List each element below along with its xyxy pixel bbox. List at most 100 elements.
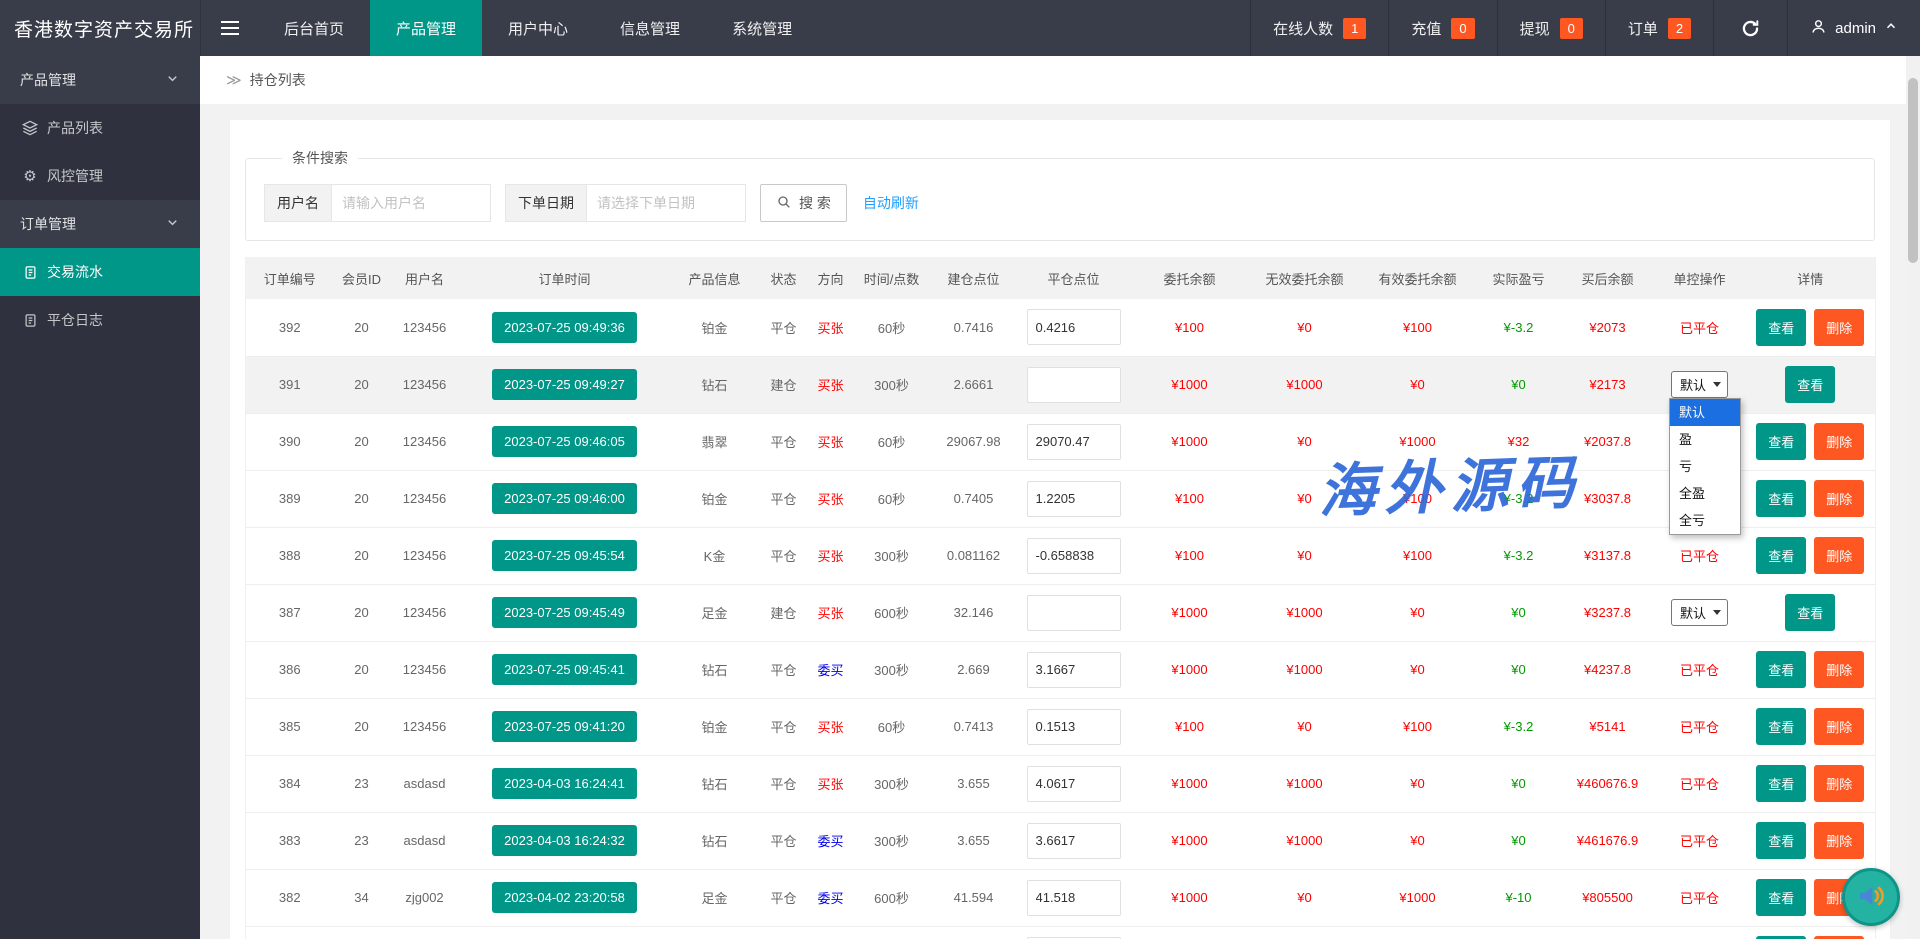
open-point: 41.594 [930, 869, 1018, 926]
delete-button[interactable]: 删除 [1814, 651, 1864, 688]
control-select[interactable]: 默认 [1671, 599, 1728, 626]
dropdown-option[interactable]: 默认 [1670, 399, 1740, 426]
delete-button[interactable]: 删除 [1814, 537, 1864, 574]
vertical-scrollbar[interactable] [1906, 56, 1920, 939]
view-button[interactable]: 查看 [1756, 651, 1806, 688]
close-point-input[interactable] [1027, 367, 1121, 403]
scrollbar-thumb[interactable] [1908, 78, 1918, 263]
order-date-input[interactable] [586, 184, 746, 222]
sound-toggle-button[interactable] [1842, 868, 1900, 926]
dropdown-option[interactable]: 盈 [1670, 426, 1740, 453]
order-time: 2023-07-25 09:45:41 [460, 641, 670, 698]
sidebar-group-orders[interactable]: 订单管理 [0, 200, 200, 248]
close-point-input[interactable] [1027, 766, 1121, 802]
breadcrumb-chevrons-icon: ≫ [226, 71, 242, 89]
view-button[interactable]: 查看 [1756, 765, 1806, 802]
dropdown-option[interactable]: 亏 [1670, 453, 1740, 480]
nav-item-users[interactable]: 用户中心 [482, 0, 594, 56]
order-time: 2023-04-03 16:24:32 [460, 812, 670, 869]
time-points: 60秒 [854, 698, 930, 755]
close-point-input[interactable] [1027, 424, 1121, 460]
status: 平仓 [760, 698, 808, 755]
open-point: 2.669 [930, 641, 1018, 698]
view-button[interactable]: 查看 [1756, 879, 1806, 916]
nav-item-home[interactable]: 后台首页 [258, 0, 370, 56]
sidebar-item-close-log[interactable]: 平仓日志 [0, 296, 200, 344]
member-id: 20 [334, 698, 390, 755]
close-point-input[interactable] [1027, 880, 1121, 916]
order-time-button: 2023-07-25 09:45:54 [492, 540, 637, 571]
post-buy-balance: ¥5141 [1562, 698, 1654, 755]
stat-deposit[interactable]: 充值 0 [1388, 0, 1496, 56]
entrust-amount: ¥1000 [1130, 641, 1250, 698]
invalid-entrust-amount: ¥1000 [1250, 641, 1360, 698]
close-point-input[interactable] [1027, 538, 1121, 574]
view-button[interactable]: 查看 [1756, 480, 1806, 517]
close-point-input[interactable] [1027, 652, 1121, 688]
search-button[interactable]: 搜 索 [760, 184, 847, 222]
view-button[interactable]: 查看 [1785, 594, 1835, 631]
closed-status-label: 已平仓 [1680, 720, 1719, 735]
valid-entrust-amount: ¥1000 [1360, 413, 1476, 470]
sidebar-item-risk-control[interactable]: ⚙ 风控管理 [0, 152, 200, 200]
table-row: 38323asdasd2023-04-03 16:24:32钻石平仓委买300秒… [246, 812, 1876, 869]
main-nav: 后台首页 产品管理 用户中心 信息管理 系统管理 [258, 0, 818, 56]
delete-button[interactable]: 删除 [1814, 423, 1864, 460]
delete-button[interactable]: 删除 [1814, 822, 1864, 859]
delete-button[interactable]: 删除 [1814, 309, 1864, 346]
close-point-input[interactable] [1027, 709, 1121, 745]
actual-profit: ¥-3.2 [1476, 299, 1562, 356]
delete-button[interactable]: 删除 [1814, 480, 1864, 517]
user-menu[interactable]: admin [1787, 0, 1920, 56]
view-button[interactable]: 查看 [1785, 366, 1835, 403]
details: 查看删除 [1746, 755, 1876, 812]
control-select[interactable]: 默认 [1671, 371, 1728, 398]
column-header: 委托余额 [1130, 257, 1250, 299]
nav-item-system[interactable]: 系统管理 [706, 0, 818, 56]
column-header: 会员ID [334, 257, 390, 299]
username: zjg002 [390, 926, 460, 939]
stat-withdraw[interactable]: 提现 0 [1497, 0, 1605, 56]
close-point-input[interactable] [1027, 309, 1121, 345]
column-header: 建仓点位 [930, 257, 1018, 299]
view-button[interactable]: 查看 [1756, 309, 1806, 346]
position-list-card: 条件搜索 用户名 下单日期 搜 索 自动刷新 [230, 120, 1890, 939]
positions-table: 订单编号会员ID用户名订单时间产品信息状态方向时间/点数建仓点位平仓点位委托余额… [245, 257, 1876, 939]
stat-online[interactable]: 在线人数 1 [1250, 0, 1388, 56]
delete-button[interactable]: 删除 [1814, 765, 1864, 802]
refresh-icon[interactable] [1713, 0, 1787, 56]
order-time: 2023-07-25 09:41:20 [460, 698, 670, 755]
view-button[interactable]: 查看 [1756, 423, 1806, 460]
nav-item-products[interactable]: 产品管理 [370, 0, 482, 56]
stat-orders[interactable]: 订单 2 [1605, 0, 1713, 56]
sidebar-item-trade-flow[interactable]: 交易流水 [0, 248, 200, 296]
close-point-input[interactable] [1027, 595, 1121, 631]
auto-refresh-link[interactable]: 自动刷新 [863, 193, 919, 213]
close-point-input[interactable] [1027, 481, 1121, 517]
caret-down-icon [1713, 610, 1721, 615]
view-button[interactable]: 查看 [1756, 822, 1806, 859]
time-points: 300秒 [854, 356, 930, 413]
column-header: 详情 [1746, 257, 1876, 299]
view-button[interactable]: 查看 [1756, 708, 1806, 745]
single-control: 已平仓 [1654, 812, 1746, 869]
hamburger-menu-icon[interactable] [200, 0, 258, 56]
close-point-input[interactable] [1027, 823, 1121, 859]
close-point [1018, 584, 1130, 641]
order-time-button: 2023-04-03 16:24:41 [492, 768, 637, 799]
view-button[interactable]: 查看 [1756, 537, 1806, 574]
delete-button[interactable]: 删除 [1814, 708, 1864, 745]
dropdown-option[interactable]: 全盈 [1670, 480, 1740, 507]
sidebar-group-products[interactable]: 产品管理 [0, 56, 200, 104]
status: 平仓 [760, 755, 808, 812]
actual-profit: ¥-3.2 [1476, 527, 1562, 584]
brand-title: 香港数字资产交易所 [0, 0, 200, 56]
close-point [1018, 755, 1130, 812]
sidebar-item-product-list[interactable]: 产品列表 [0, 104, 200, 152]
username-input[interactable] [331, 184, 491, 222]
nav-item-info[interactable]: 信息管理 [594, 0, 706, 56]
order-id: 385 [246, 698, 334, 755]
entrust-amount: ¥1000 [1130, 356, 1250, 413]
username-field-label: 用户名 [264, 184, 331, 222]
dropdown-option[interactable]: 全亏 [1670, 507, 1740, 534]
